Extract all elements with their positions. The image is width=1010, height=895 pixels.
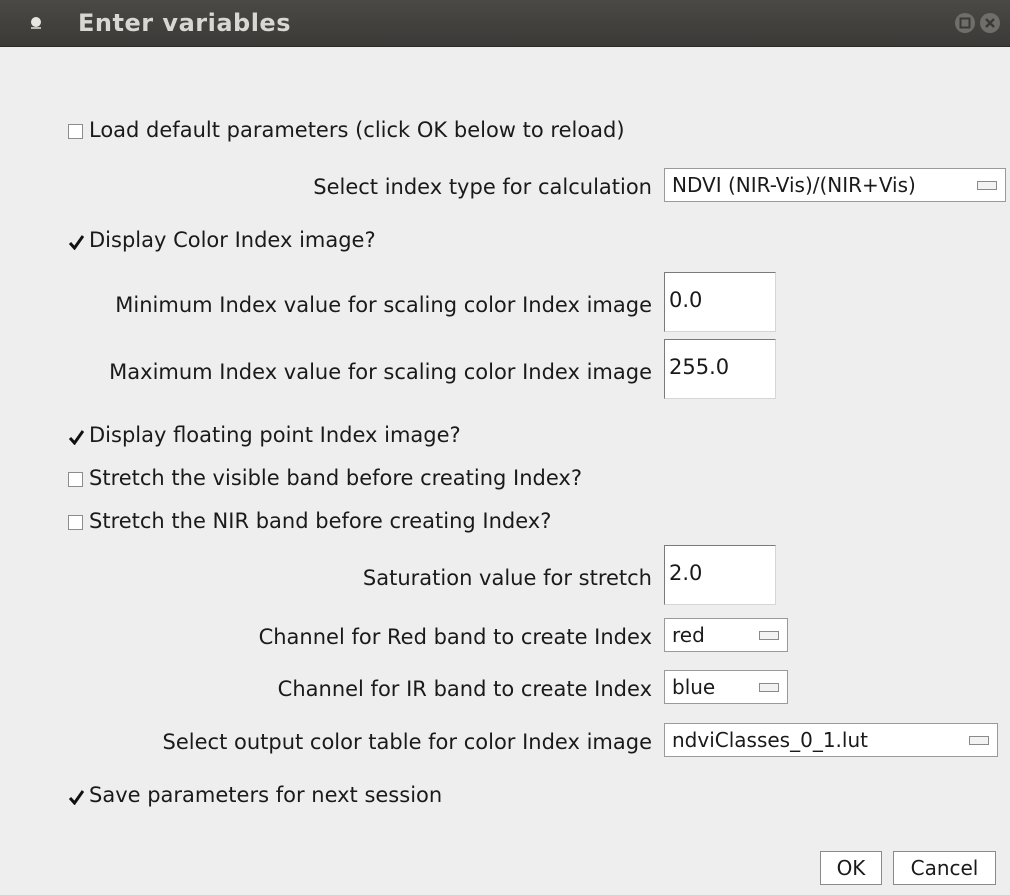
stretch-visible-checkbox-row[interactable]: Stretch the visible band before creating… — [68, 464, 582, 492]
display-color-checkbox-row[interactable]: Display Color Index image? — [68, 226, 376, 254]
red-channel-select[interactable]: red — [664, 618, 788, 652]
display-color-label: Display Color Index image? — [89, 228, 376, 252]
display-float-checkbox-row[interactable]: Display floating point Index image? — [68, 421, 461, 449]
min-index-field[interactable]: 0.0 — [664, 272, 776, 332]
saturation-field[interactable]: 2.0 — [664, 545, 776, 605]
save-params-checkbox-row[interactable]: Save parameters for next session — [68, 781, 442, 809]
color-table-value: ndviClasses_0_1.lut — [672, 728, 868, 752]
stretch-nir-label: Stretch the NIR band before creating Ind… — [89, 509, 552, 533]
ir-channel-value: blue — [672, 675, 716, 699]
save-params-label: Save parameters for next session — [89, 783, 443, 807]
dialog-window: Enter variables Load default parameters … — [0, 0, 1010, 895]
window-title: Enter variables — [78, 9, 291, 37]
display-float-label: Display floating point Index image? — [89, 423, 461, 447]
title-bar: Enter variables — [0, 0, 1010, 47]
dropdown-indicator-icon — [759, 631, 779, 640]
color-table-select[interactable]: ndviClasses_0_1.lut — [664, 723, 998, 757]
color-table-label: Select output color table for color Inde… — [162, 730, 652, 754]
ok-button[interactable]: OK — [820, 851, 882, 885]
maximize-icon[interactable] — [955, 13, 975, 33]
min-index-label: Minimum Index value for scaling color In… — [115, 293, 652, 317]
display-float-checkbox[interactable] — [68, 429, 84, 445]
close-icon[interactable] — [980, 13, 1000, 33]
index-type-value: NDVI (NIR-Vis)/(NIR+Vis) — [672, 173, 916, 197]
dropdown-indicator-icon — [969, 736, 989, 745]
max-index-field[interactable]: 255.0 — [664, 339, 776, 399]
red-channel-label: Channel for Red band to create Index — [258, 625, 652, 649]
display-color-checkbox[interactable] — [68, 234, 84, 250]
load-default-label: Load default parameters (click OK below … — [89, 118, 625, 142]
stretch-visible-checkbox[interactable] — [68, 471, 83, 487]
cancel-button[interactable]: Cancel — [893, 851, 996, 885]
dropdown-indicator-icon — [759, 683, 779, 692]
ir-channel-select[interactable]: blue — [664, 670, 788, 704]
index-type-label: Select index type for calculation — [313, 175, 652, 199]
red-channel-value: red — [672, 623, 705, 647]
saturation-label: Saturation value for stretch — [362, 566, 652, 590]
stretch-nir-checkbox[interactable] — [68, 514, 83, 530]
index-type-select[interactable]: NDVI (NIR-Vis)/(NIR+Vis) — [664, 168, 1006, 202]
stretch-nir-checkbox-row[interactable]: Stretch the NIR band before creating Ind… — [68, 507, 551, 535]
window-menu-icon[interactable] — [28, 15, 44, 31]
save-params-checkbox[interactable] — [68, 789, 84, 805]
load-default-checkbox-row[interactable]: Load default parameters (click OK below … — [68, 116, 625, 144]
load-default-checkbox[interactable] — [68, 123, 83, 139]
dropdown-indicator-icon — [977, 181, 997, 190]
max-index-label: Maximum Index value for scaling color In… — [109, 360, 652, 384]
stretch-visible-label: Stretch the visible band before creating… — [89, 466, 582, 490]
ir-channel-label: Channel for IR band to create Index — [277, 677, 652, 701]
